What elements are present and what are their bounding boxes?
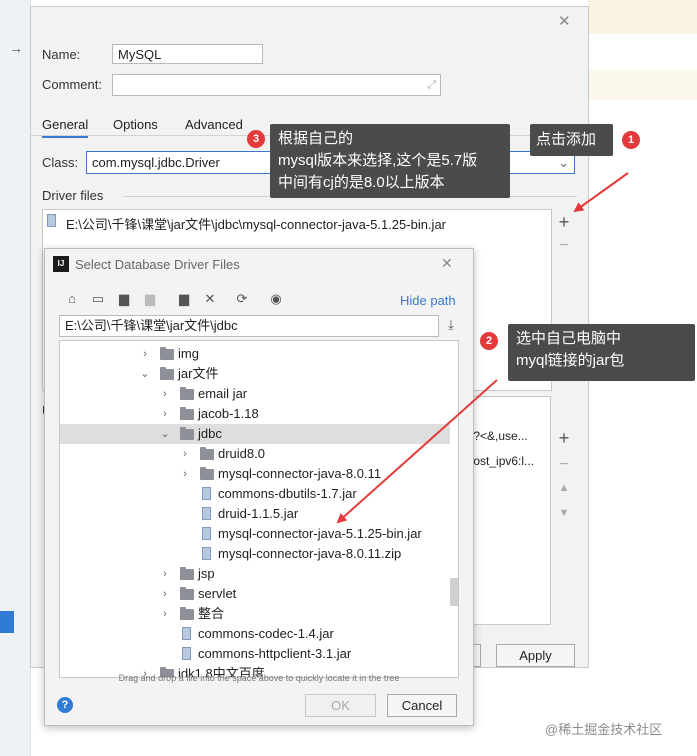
watermark: @稀土掘金技术社区 (545, 722, 663, 737)
arrow-2 (336, 379, 498, 524)
annotation-arrows (336, 172, 629, 524)
arrow-1 (573, 172, 629, 213)
